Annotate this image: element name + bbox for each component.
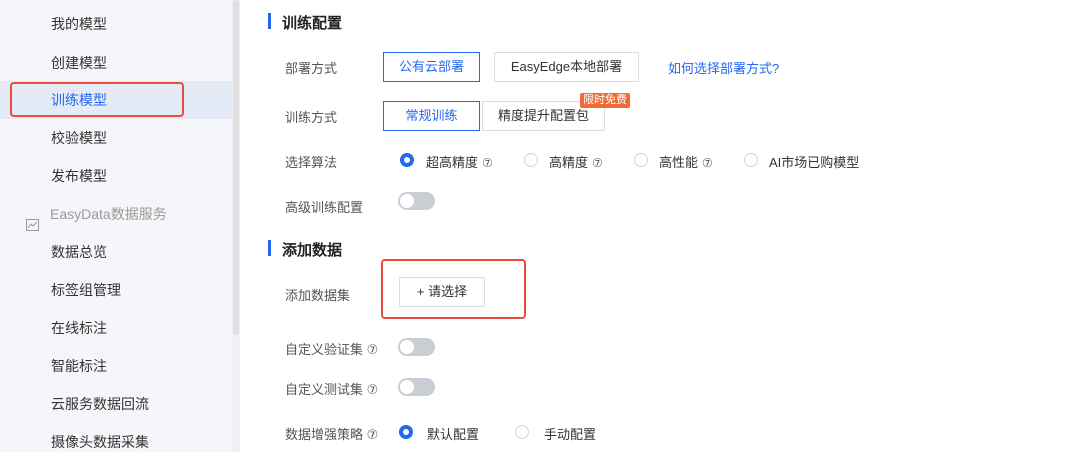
algorithm-label: 选择算法 [285,155,338,170]
main-panel: 训练配置 部署方式 公有云部署 EasyEdge本地部署 如何选择部署方式? 训… [240,0,1080,452]
sidebar-item-data-overview[interactable]: 数据总览 [0,233,232,271]
help-icon[interactable]: ⑦ [482,156,493,170]
deploy-help-link[interactable]: 如何选择部署方式? [668,58,779,77]
custom-val-label: 自定义验证集 ⑦ [285,342,379,357]
radio-algo-high[interactable] [524,153,538,167]
radio-augment-manual[interactable] [515,425,529,439]
sidebar-item-create-model[interactable]: 创建模型 [0,44,232,82]
sidebar-item-cloud-data-return[interactable]: 云服务数据回流 [0,385,232,423]
sidebar-item-label: 摄像头数据采集 [51,434,149,450]
sidebar-item-publish-model[interactable]: 发布模型 [0,157,232,195]
custom-test-label: 自定义测试集 ⑦ [285,382,379,397]
advanced-config-toggle[interactable] [398,192,435,210]
radio-label-high[interactable]: 高精度 ⑦ [549,152,603,171]
deploy-option-public-cloud[interactable]: 公有云部署 [383,52,480,82]
section-accent-bar [268,240,271,256]
dataset-label: 添加数据集 [285,288,351,303]
sidebar-item-camera-collection[interactable]: 摄像头数据采集 [0,423,232,461]
train-mode-option-regular[interactable]: 常规训练 [383,101,480,131]
sidebar-item-label-groups[interactable]: 标签组管理 [0,271,232,309]
deploy-option-easyedge[interactable]: EasyEdge本地部署 [494,52,639,82]
sidebar-item-label: 数据总览 [51,244,107,260]
radio-label-augment-manual[interactable]: 手动配置 [544,424,596,443]
train-mode-label: 训练方式 [285,110,338,125]
section-title-text: 添加数据 [282,242,343,259]
radio-augment-default[interactable] [399,425,413,439]
radio-label-augment-default[interactable]: 默认配置 [427,424,479,443]
custom-test-toggle[interactable] [398,378,435,396]
sidebar-item-label: 我的模型 [51,16,107,32]
radio-algo-performance[interactable] [634,153,648,167]
limited-free-badge: 限时免费 [580,93,630,108]
radio-algo-ultra-high[interactable] [400,153,414,167]
radio-algo-ai-market[interactable] [744,153,758,167]
sidebar-item-label: 发布模型 [51,168,107,184]
sidebar-item-label: 智能标注 [51,358,107,374]
sidebar-item-label: 在线标注 [51,320,107,336]
radio-label-performance[interactable]: 高性能 ⑦ [659,152,713,171]
radio-label-ai-market[interactable]: AI市场已购模型 [769,152,859,171]
sidebar-item-online-labeling[interactable]: 在线标注 [0,309,232,347]
sidebar-item-label: 标签组管理 [51,282,121,298]
deploy-label: 部署方式 [285,61,338,76]
section-title-text: 训练配置 [282,15,343,32]
custom-val-toggle[interactable] [398,338,435,356]
radio-label-ultra-high[interactable]: 超高精度 ⑦ [426,152,493,171]
sidebar-item-validate-model[interactable]: 校验模型 [0,119,232,157]
highlight-box-dataset [381,259,526,319]
sidebar-scroll-thumb[interactable] [233,0,239,335]
sidebar-item-label: 云服务数据回流 [51,396,149,412]
section-accent-bar [268,13,271,29]
augment-label: 数据增强策略 ⑦ [285,427,379,442]
help-icon[interactable]: ⑦ [702,156,713,170]
sidebar-section-easydata[interactable]: EasyData数据服务 [0,195,232,233]
advanced-config-label: 高级训练配置 [285,200,364,215]
sidebar-item-label: 校验模型 [51,130,107,146]
sidebar-item-smart-labeling[interactable]: 智能标注 [0,347,232,385]
sidebar-item-label: 创建模型 [51,55,107,71]
sidebar-item-my-models[interactable]: 我的模型 [0,5,232,43]
highlight-box-sidebar [10,82,184,117]
help-icon[interactable]: ⑦ [592,156,603,170]
chart-icon [26,207,39,231]
sidebar-section-label: EasyData数据服务 [50,206,167,222]
sidebar: 我的模型 创建模型 训练模型 校验模型 发布模型 EasyData数据服务 数据… [0,0,232,452]
